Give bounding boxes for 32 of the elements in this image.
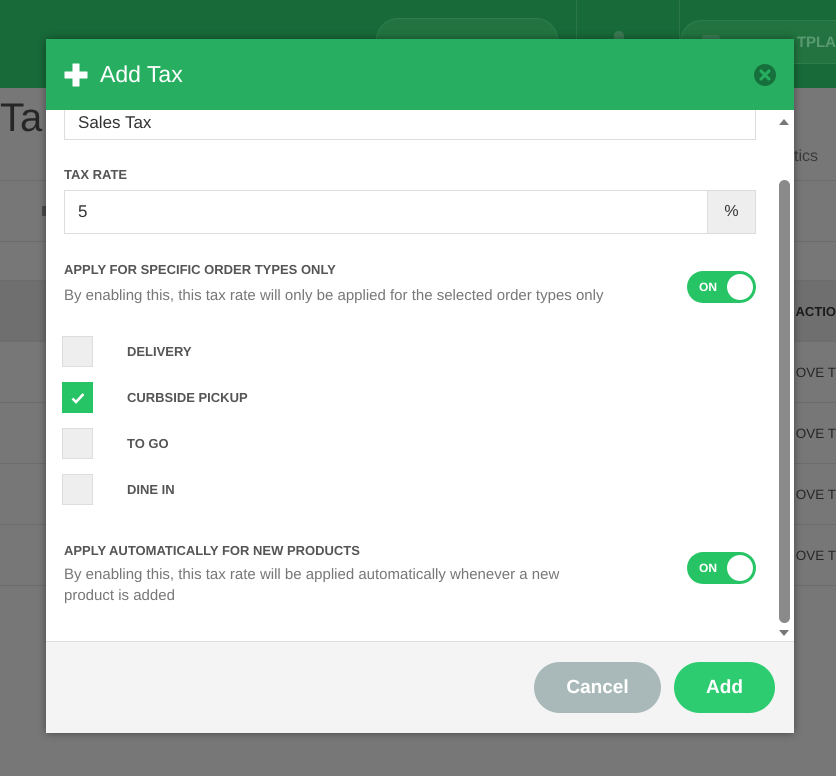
checkbox[interactable] [62, 382, 93, 413]
checkbox-label: CURBSIDE PICKUP [127, 390, 248, 405]
plus-icon [64, 62, 88, 86]
tax-rate-label: TAX RATE [64, 167, 128, 182]
table-cell: OVE T [796, 426, 836, 440]
page-title: Ta [0, 96, 42, 141]
add-button[interactable]: Add [674, 662, 775, 713]
checkbox[interactable] [62, 336, 93, 367]
column-header: ACTIO [796, 304, 836, 318]
cancel-button[interactable]: Cancel [534, 662, 661, 713]
dialog-title: Add Tax [100, 61, 183, 88]
close-icon[interactable] [754, 64, 776, 86]
table-cell: OVE T [796, 364, 836, 380]
toggle-switch[interactable]: ON [687, 271, 756, 303]
setting-description: By enabling this, this tax rate will be applied automatically whenever a new product is added [64, 565, 560, 606]
table-cell: OVE T [796, 548, 836, 562]
checkbox-label: DELIVERY [127, 344, 192, 359]
name-field[interactable]: Sales Tax [64, 110, 756, 140]
checkbox[interactable] [62, 474, 93, 505]
page-subtitle: tics [794, 148, 818, 166]
setting-label: APPLY FOR SPECIFIC ORDER TYPES ONLY [64, 262, 337, 277]
check-icon [70, 392, 84, 404]
setting-label: APPLY AUTOMATICALLY FOR NEW PRODUCTS [64, 543, 361, 558]
tax-rate-field[interactable]: 5 % [64, 190, 756, 234]
checkbox-label: DINE IN [127, 482, 175, 497]
toggle-switch[interactable]: ON [687, 552, 756, 584]
scroll-up-icon[interactable] [778, 118, 790, 126]
scroll-down-icon[interactable] [778, 629, 790, 637]
table-cell: OVE T [796, 486, 836, 502]
setting-description: By enabling this, this tax rate will only be applied for the selected order types only [64, 286, 604, 306]
checkbox[interactable] [62, 428, 93, 459]
checkbox-label: TO GO [127, 436, 169, 451]
